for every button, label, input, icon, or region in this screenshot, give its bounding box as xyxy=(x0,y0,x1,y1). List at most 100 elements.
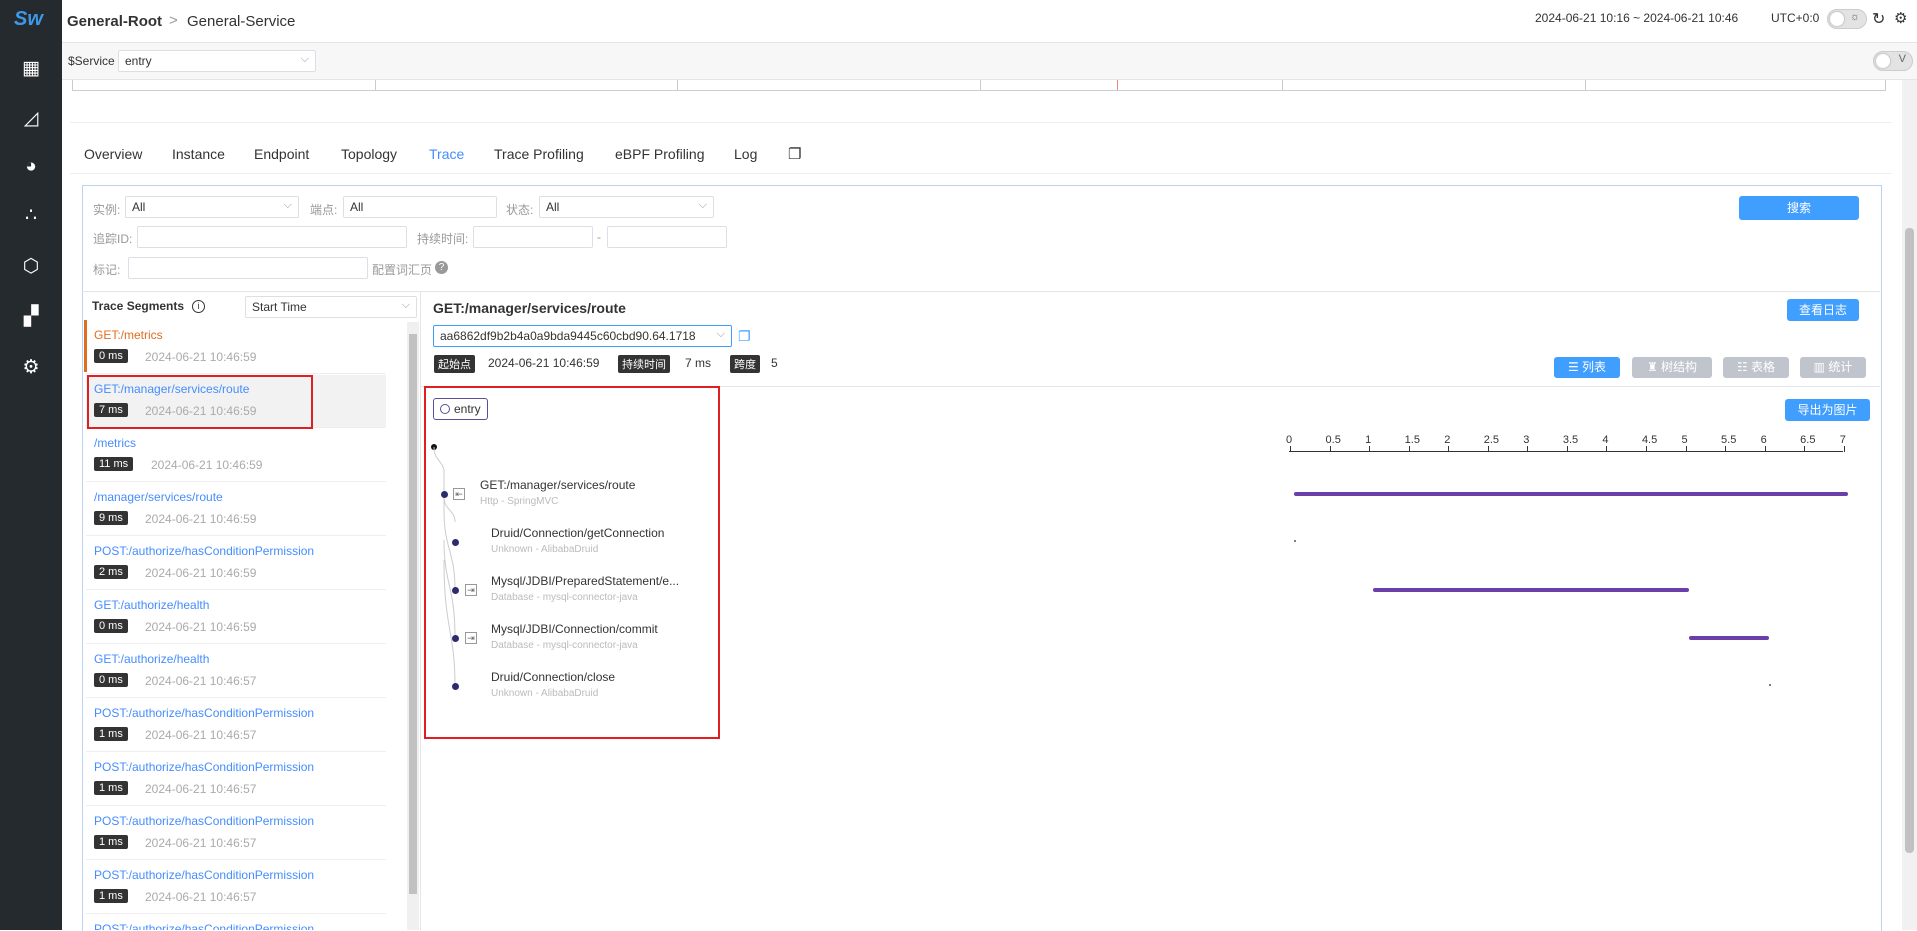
span-duration-bar[interactable] xyxy=(1293,492,1848,496)
axis-tick-label: 3.5 xyxy=(1562,434,1579,446)
axis-tick xyxy=(1566,446,1568,452)
instance-select[interactable]: All ⌵ xyxy=(125,196,299,218)
trace-id-select[interactable]: aa6862df9b2b4a0a9bda9445c60cbd90.64.1718… xyxy=(433,325,732,347)
segment-endpoint: GET:/authorize/health xyxy=(94,598,210,612)
segment-duration: 2 ms xyxy=(94,565,128,579)
page-scrollbar[interactable] xyxy=(1902,80,1917,930)
list-item[interactable]: POST:/authorize/hasConditionPermission 1… xyxy=(86,861,386,914)
segment-time: 2024-06-21 10:46:59 xyxy=(145,620,257,634)
tab-log[interactable]: Log xyxy=(734,146,757,162)
alarm-icon[interactable]: ⬡ xyxy=(19,255,43,279)
chevron-down-icon: ⌵ xyxy=(283,199,292,211)
status-select-value: All xyxy=(546,200,560,214)
pie-chart-icon[interactable]: ◕ xyxy=(19,155,43,179)
search-button[interactable]: 搜索 xyxy=(1739,196,1859,220)
tree-view-button[interactable]: ♜ 树结构 xyxy=(1632,357,1712,378)
segment-list-scrollbar[interactable] xyxy=(407,322,419,930)
timeline-strip xyxy=(70,80,1892,123)
segment-duration: 9 ms xyxy=(94,511,128,525)
span-duration-bar[interactable] xyxy=(1373,588,1690,592)
tab-overview[interactable]: Overview xyxy=(84,146,142,162)
list-item[interactable]: GET:/metrics 0 ms 2024-06-21 10:46:59 xyxy=(86,321,386,374)
breadcrumb-root[interactable]: General-Root xyxy=(67,13,162,30)
list-item[interactable]: POST:/authorize/hasConditionPermission xyxy=(86,915,386,930)
list-item[interactable]: GET:/authorize/health 0 ms 2024-06-21 10… xyxy=(86,645,386,698)
status-select[interactable]: All ⌵ xyxy=(539,196,714,218)
duration-max-input[interactable] xyxy=(607,226,727,248)
list-item[interactable]: POST:/authorize/hasConditionPermission 1… xyxy=(86,807,386,860)
span-duration-bar[interactable] xyxy=(1768,684,1771,686)
copy-tab-icon[interactable]: ❐ xyxy=(788,145,801,163)
view-logs-button[interactable]: 查看日志 xyxy=(1787,299,1859,321)
span-count-label: 跨度 xyxy=(730,355,760,373)
stats-view-label: 统计 xyxy=(1828,360,1853,374)
config-vocabulary-link[interactable]: 配置词汇页 xyxy=(372,261,432,278)
duration-min-input[interactable] xyxy=(473,226,593,248)
tab-trace[interactable]: Trace xyxy=(429,146,464,162)
timezone[interactable]: UTC+0:0 xyxy=(1771,11,1819,25)
info-icon[interactable]: i xyxy=(192,300,205,313)
breadcrumb-service[interactable]: General-Service xyxy=(187,13,295,30)
table-view-button[interactable]: ☷ 表格 xyxy=(1723,357,1789,378)
copy-icon[interactable]: ❐ xyxy=(738,328,751,345)
trace-id-value: aa6862df9b2b4a0a9bda9445c60cbd90.64.1718 xyxy=(440,329,696,343)
list-item[interactable]: POST:/authorize/hasConditionPermission 1… xyxy=(86,699,386,752)
refresh-icon[interactable]: ↻ xyxy=(1872,9,1885,29)
sort-select[interactable]: Start Time ⌵ xyxy=(245,296,417,318)
chart-icon[interactable]: ◿ xyxy=(19,107,43,131)
axis-tick xyxy=(1606,446,1608,452)
tab-endpoint[interactable]: Endpoint xyxy=(254,146,309,162)
export-image-button[interactable]: 导出为图片 xyxy=(1785,399,1870,421)
axis-tick-label: 6.5 xyxy=(1800,434,1816,446)
axis-tick-label: 1 xyxy=(1365,434,1372,446)
time-range[interactable]: 2024-06-21 10:16 ~ 2024-06-21 10:46 xyxy=(1535,11,1738,25)
axis-tick xyxy=(1764,446,1766,452)
duration-tag-label: 持续时间 xyxy=(618,355,670,373)
span-duration-bar[interactable] xyxy=(1293,540,1296,542)
stats-icon: ▥ xyxy=(1813,360,1829,374)
scrollbar-thumb[interactable] xyxy=(409,334,417,894)
chevron-down-icon: ⌵ xyxy=(698,199,707,211)
page-scrollbar-thumb[interactable] xyxy=(1905,228,1914,853)
tab-trace-profiling[interactable]: Trace Profiling xyxy=(494,146,584,162)
axis-tick xyxy=(1725,446,1727,452)
stats-view-button[interactable]: ▥ 统计 xyxy=(1800,357,1866,378)
list-item[interactable]: /metrics 11 ms 2024-06-21 10:46:59 xyxy=(86,429,386,482)
list-item[interactable]: POST:/authorize/hasConditionPermission 2… xyxy=(86,537,386,590)
segment-endpoint: POST:/authorize/hasConditionPermission xyxy=(94,868,315,882)
topology-icon[interactable]: ∴ xyxy=(19,204,43,228)
help-icon[interactable]: ? xyxy=(435,261,448,274)
tab-ebpf-profiling[interactable]: eBPF Profiling xyxy=(615,146,704,162)
tree-view-label: 树结构 xyxy=(1661,360,1698,374)
service-select[interactable]: entry ⌵ xyxy=(118,50,316,72)
span-duration-bar[interactable] xyxy=(1689,636,1769,640)
endpoint-input[interactable]: All xyxy=(343,196,497,218)
tag-input[interactable] xyxy=(128,257,368,279)
side-navigation: Sw ▦ ◿ ◕ ∴ ⬡ ▞ ⚙ xyxy=(0,0,62,930)
view-toggle[interactable]: V xyxy=(1873,51,1913,71)
tab-topology[interactable]: Topology xyxy=(341,146,397,162)
span-count-value: 5 xyxy=(771,356,778,370)
theme-toggle[interactable]: ☼ xyxy=(1827,9,1867,29)
segment-duration: 0 ms xyxy=(94,673,128,687)
toggle-label: V xyxy=(1898,53,1906,65)
axis-tick xyxy=(1843,446,1845,452)
dashboard-icon[interactable]: ▦ xyxy=(19,57,43,81)
tab-instance[interactable]: Instance xyxy=(172,146,225,162)
segment-time: 2024-06-21 10:46:59 xyxy=(145,512,257,526)
settings-icon[interactable]: ⚙ xyxy=(19,356,43,380)
list-item[interactable]: POST:/authorize/hasConditionPermission 1… xyxy=(86,753,386,806)
segment-endpoint: GET:/authorize/health xyxy=(94,652,210,666)
widgets-icon[interactable]: ▞ xyxy=(19,305,43,329)
trace-detail-title: GET:/manager/services/route xyxy=(433,300,626,316)
segment-duration: 1 ms xyxy=(94,835,128,849)
axis-tick-label: 4.5 xyxy=(1641,434,1658,446)
list-item[interactable]: /manager/services/route 9 ms 2024-06-21 … xyxy=(86,483,386,536)
list-view-button[interactable]: ☰ 列表 xyxy=(1554,357,1620,378)
axis-tick xyxy=(1804,446,1806,452)
trace-id-input[interactable] xyxy=(137,226,407,248)
settings-icon[interactable]: ⚙ xyxy=(1894,9,1907,27)
segment-time: 2024-06-21 10:46:57 xyxy=(145,890,257,904)
list-item[interactable]: GET:/authorize/health 0 ms 2024-06-21 10… xyxy=(86,591,386,644)
axis-tick xyxy=(1645,446,1647,452)
